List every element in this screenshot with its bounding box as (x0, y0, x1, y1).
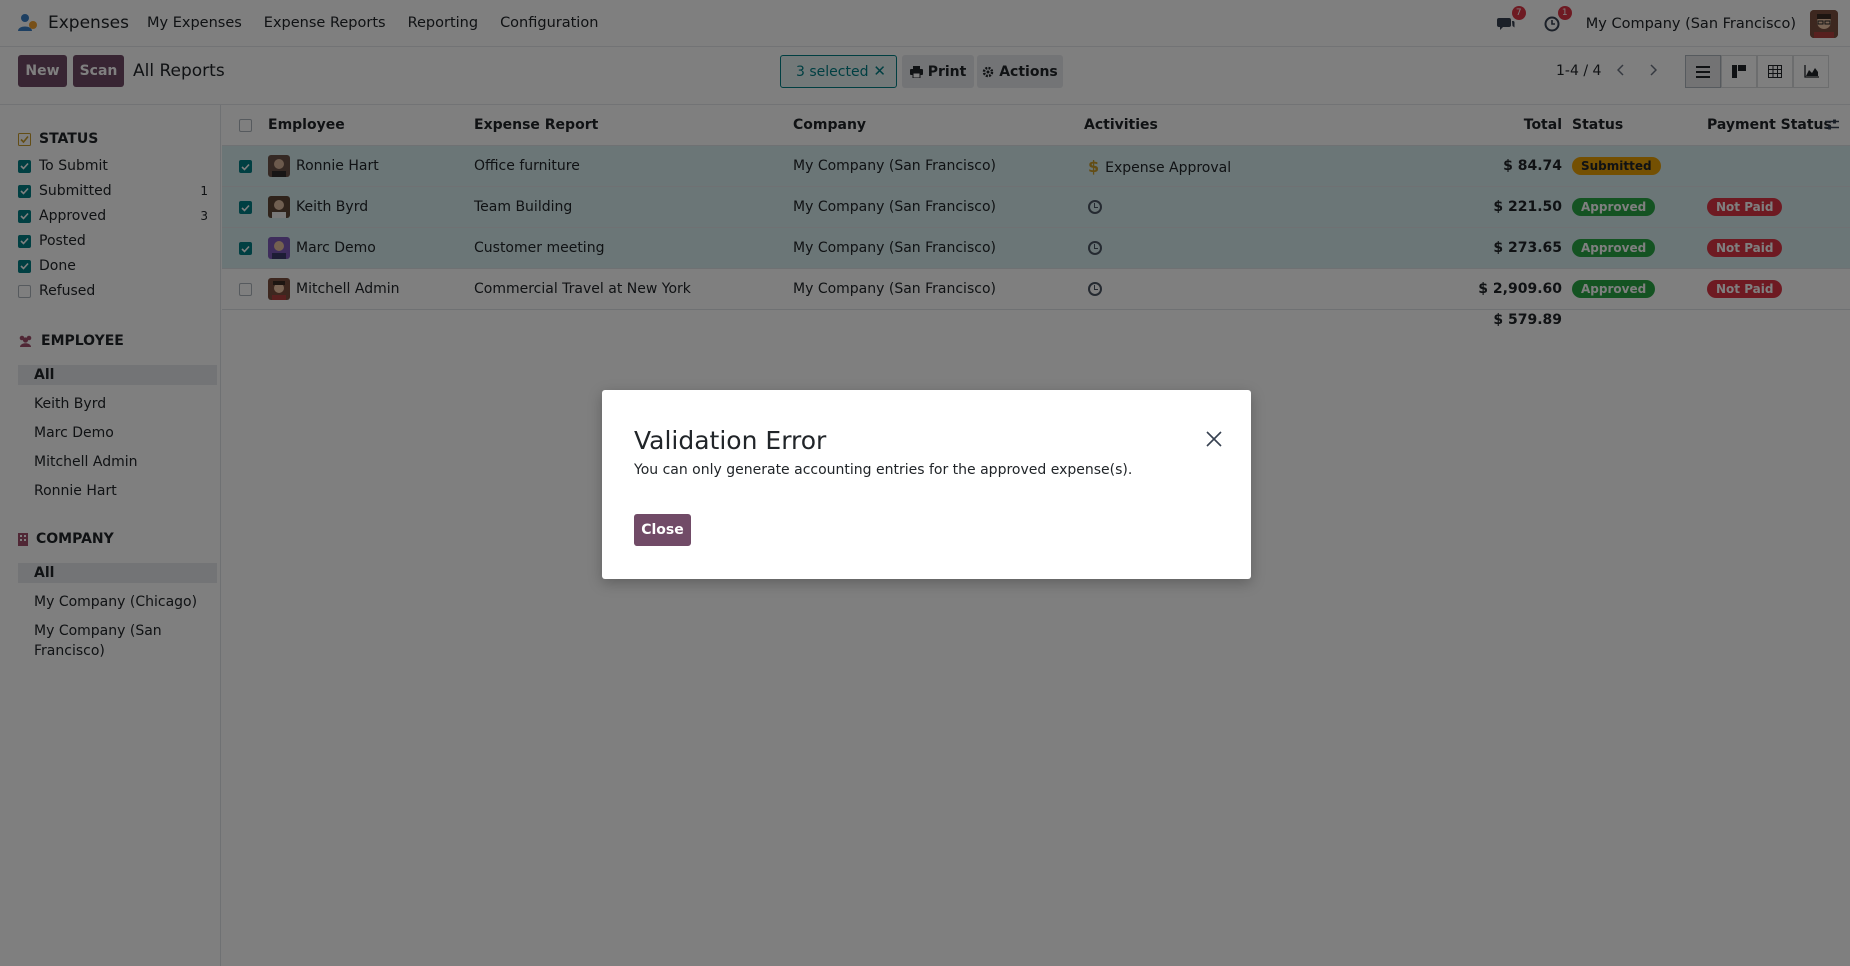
close-button[interactable]: Close (634, 514, 691, 546)
validation-error-dialog: Validation Error You can only generate a… (602, 390, 1251, 579)
close-icon[interactable] (1205, 430, 1223, 448)
dialog-title: Validation Error (634, 426, 827, 455)
dialog-message: You can only generate accounting entries… (634, 462, 1133, 478)
